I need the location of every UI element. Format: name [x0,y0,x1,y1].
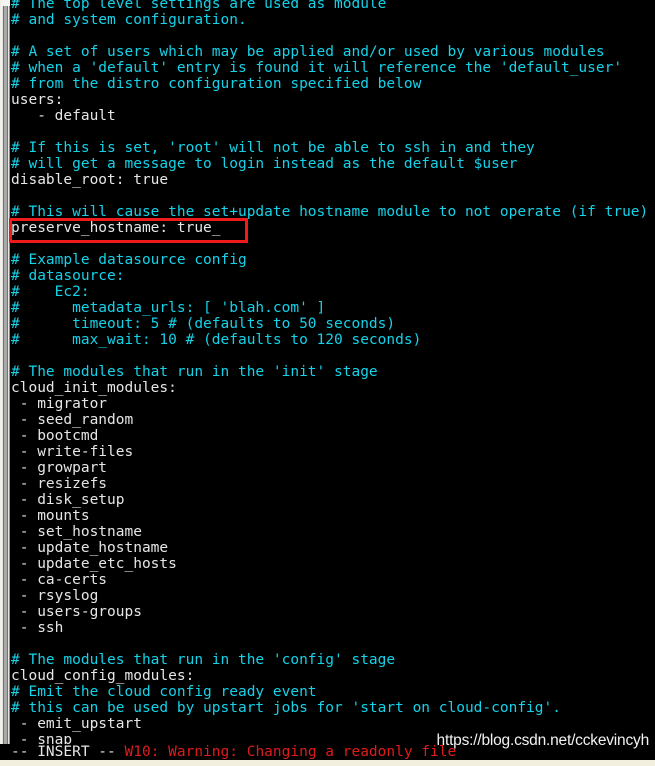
editor-line: # this can be used by upstart jobs for '… [11,700,561,716]
editor-line: - seed_random [11,412,134,428]
vertical-scrollbar[interactable] [0,0,10,766]
status-mode-indicator: -- INSERT -- [11,744,125,760]
editor-line: # Example datasource config [11,252,247,268]
editor-line: # If this is set, 'root' will not be abl… [11,140,535,156]
editor-text-buffer[interactable]: # The top level settings are used as mod… [0,0,655,748]
scrollbar-thumb[interactable] [3,0,8,752]
editor-line: - set_hostname [11,524,142,540]
editor-line: - mounts [11,508,90,524]
editor-line: cloud_config_modules: [11,668,195,684]
editor-line: - emit_upstart [11,716,142,732]
editor-line: - write-files [11,444,134,460]
editor-line: cloud_init_modules: [11,380,177,396]
editor-line: # max_wait: 10 # (defaults to 120 second… [11,332,422,348]
editor-line: - update_etc_hosts [11,556,177,572]
editor-line: # The modules that run in the 'init' sta… [11,364,378,380]
editor-line: - disk_setup [11,492,125,508]
watermark-url: https://blog.csdn.net/cckevincyh [436,732,650,749]
editor-line: - ssh [11,620,64,636]
editor-line: users: [11,92,64,108]
status-warning-message: W10: Warning: Changing a readonly file [124,744,457,760]
editor-line: # when a 'default' entry is found it wil… [11,60,623,76]
editor-line: # A set of users which may be applied an… [11,44,605,60]
editor-line: # and system configuration. [11,12,247,28]
editor-line: # from the distro configuration specifie… [11,76,422,92]
terminal-window[interactable]: # The top level settings are used as mod… [0,0,655,766]
editor-line: - rsyslog [11,588,99,604]
editor-line: # timeout: 5 # (defaults to 50 seconds) [11,316,396,332]
editor-line: # Ec2: [11,284,90,300]
editor-line: # datasource: [11,268,125,284]
editor-line: - ca-certs [11,572,108,588]
editor-line: # metadata_urls: [ 'blah.com' ] [11,300,326,316]
editor-line: - resizefs [11,476,108,492]
editor-line: - bootcmd [11,428,99,444]
editor-line: - growpart [11,460,108,476]
editor-line: - users-groups [11,604,142,620]
editor-line: # This will cause the set+update hostnam… [11,204,649,220]
editor-line: # The top level settings are used as mod… [11,0,387,12]
scrollbar-top-cap [2,0,10,6]
editor-line: - migrator [11,396,108,412]
editor-line: # The modules that run in the 'config' s… [11,652,396,668]
editor-line: preserve_hostname: true_ [11,220,221,236]
editor-line: # will get a message to login instead as… [11,156,518,172]
editor-line: - update_hostname [11,540,169,556]
editor-line: disable_root: true [11,172,169,188]
window-bottom-edge [0,760,655,766]
editor-line: - default [11,108,116,124]
editor-line: # Emit the cloud config ready event [11,684,317,700]
